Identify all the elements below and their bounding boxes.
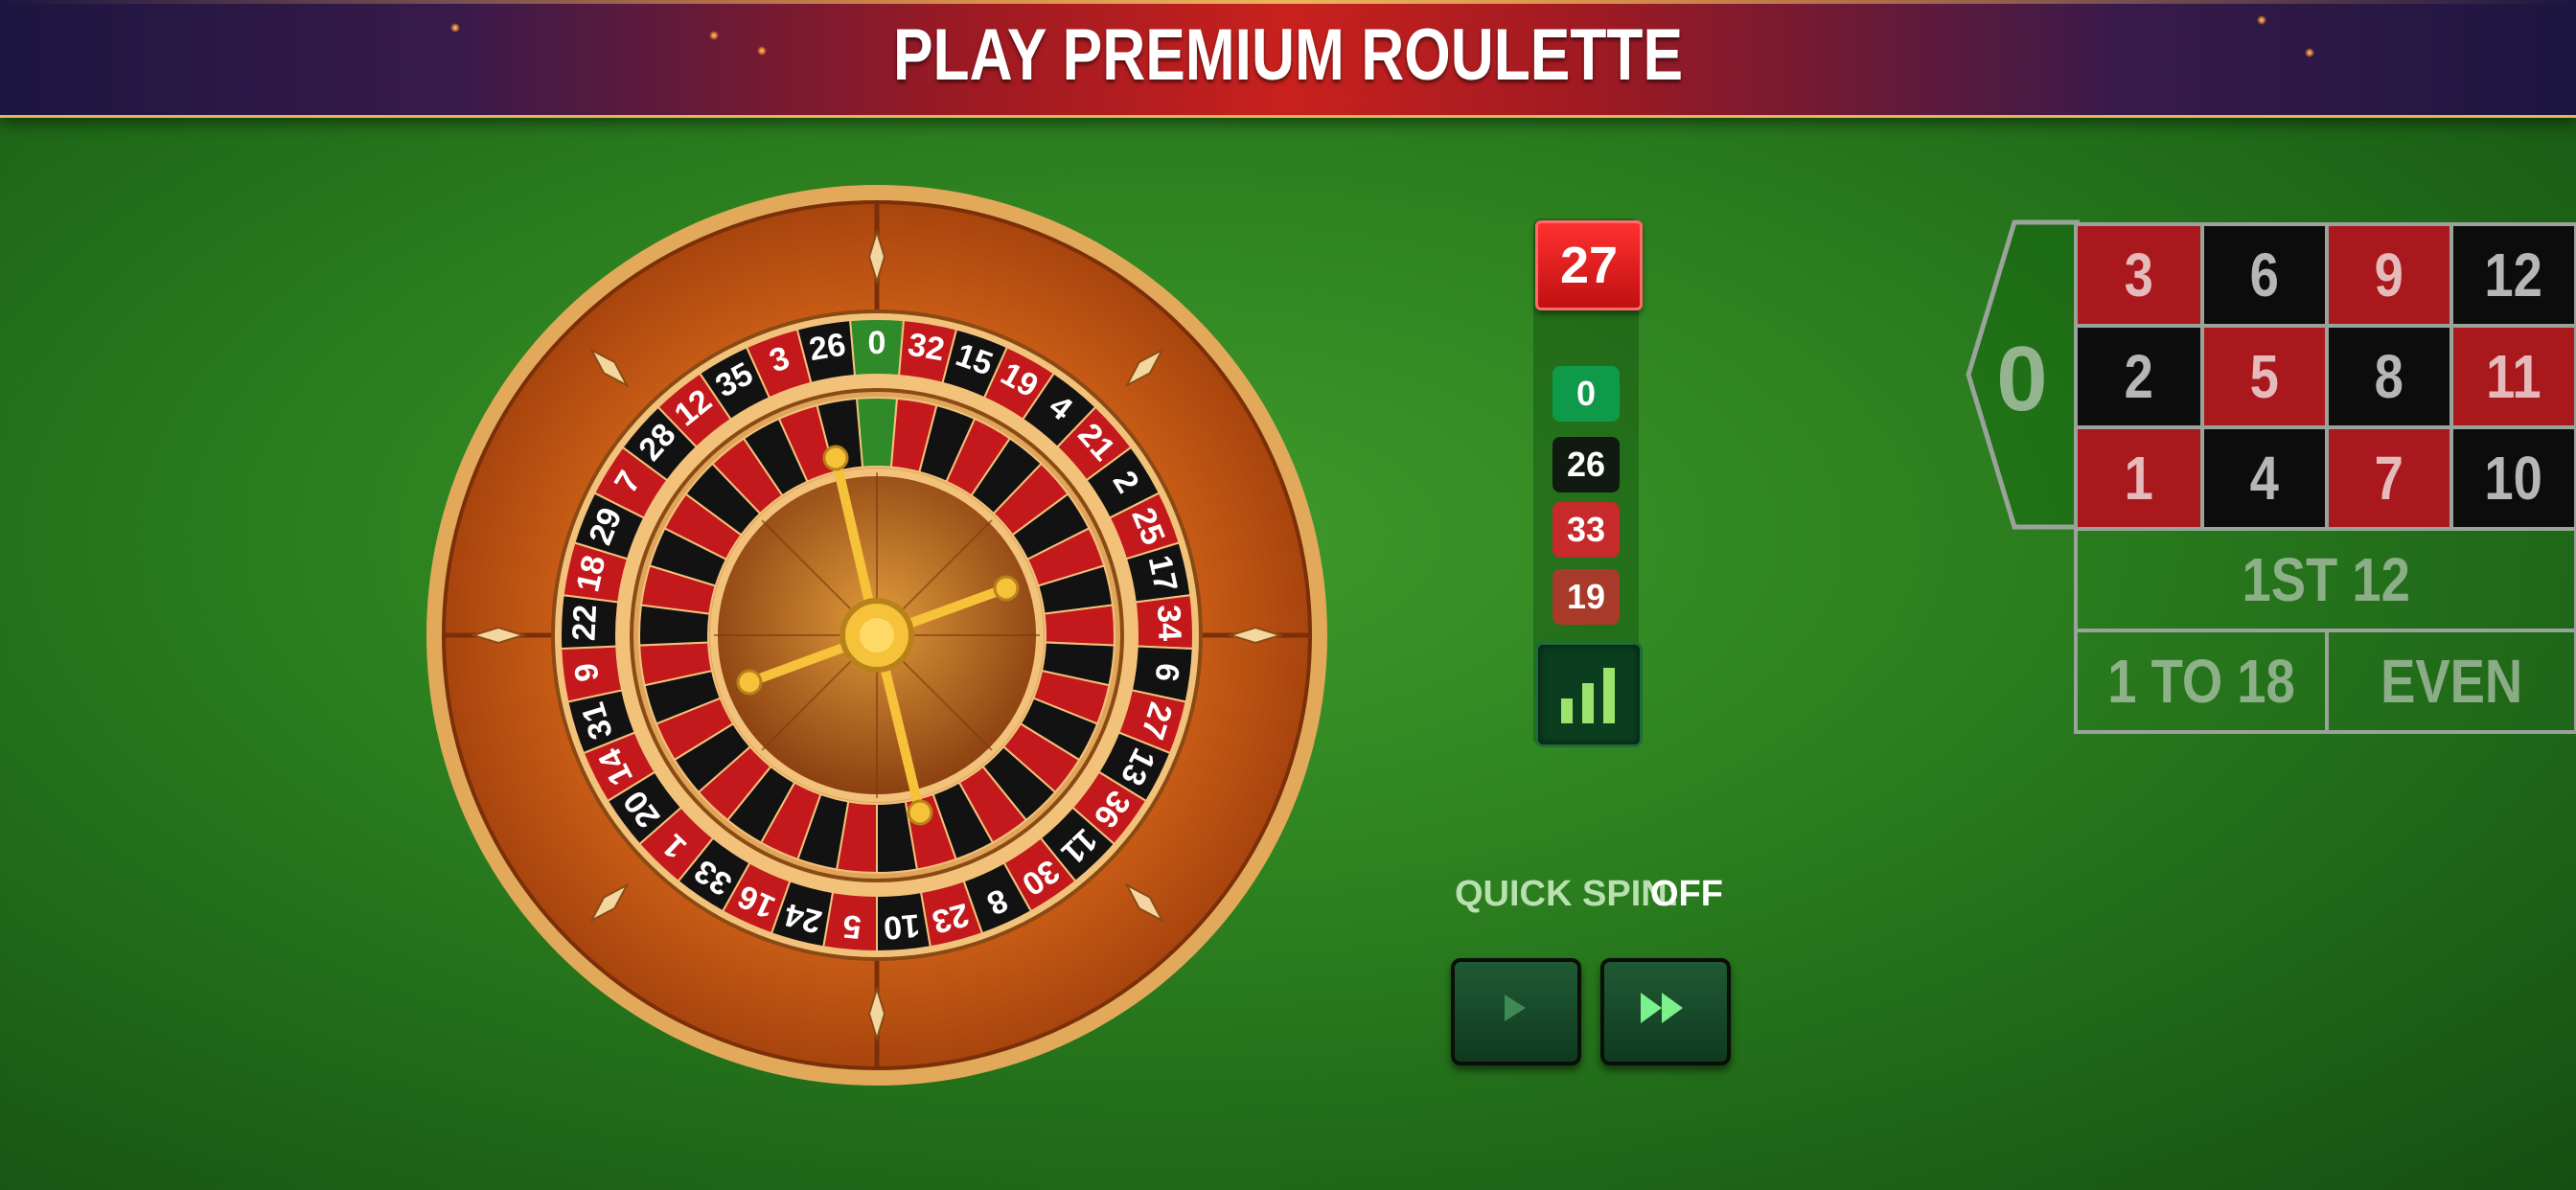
number-cell[interactable]: 2 <box>2074 324 2204 429</box>
wheel-number: 5 <box>841 907 862 945</box>
fast-spin-button[interactable] <box>1600 958 1731 1065</box>
bar-chart-icon <box>1561 668 1615 723</box>
quick-spin-toggle[interactable]: OFF <box>1650 874 1723 915</box>
number-cell[interactable]: 4 <box>2200 425 2329 531</box>
wheel-number: 10 <box>882 906 921 946</box>
number-cell[interactable]: 9 <box>2325 222 2453 328</box>
wheel-number: 17 <box>1141 552 1184 595</box>
spin-button[interactable] <box>1451 958 1581 1065</box>
number-cell[interactable]: 1 <box>2074 425 2204 531</box>
history-item: 33 <box>1552 502 1620 558</box>
fast-forward-icon <box>1641 993 1683 1023</box>
last-result-badge: 27 <box>1535 220 1643 310</box>
statistics-button[interactable] <box>1535 642 1643 747</box>
wheel-number: 32 <box>906 326 948 368</box>
number-cell[interactable]: 6 <box>2200 222 2329 328</box>
number-cell[interactable]: 11 <box>2450 324 2576 429</box>
quick-spin-label: QUICK SPIN: <box>1455 874 1680 914</box>
history-item: 26 <box>1552 437 1620 492</box>
zero-label: 0 <box>1996 328 2048 430</box>
number-cell[interactable]: 8 <box>2325 324 2453 429</box>
betting-table: 0 3 6 9 12 2 5 8 11 1 4 7 10 1ST 12 1 TO… <box>1965 218 2576 736</box>
number-cell[interactable]: 3 <box>2074 222 2204 328</box>
low-bet-cell[interactable]: 1 TO 18 <box>2074 629 2329 734</box>
wheel-number: 26 <box>807 326 849 368</box>
dozen-bet-cell[interactable]: 1ST 12 <box>2074 527 2576 632</box>
number-cell[interactable]: 12 <box>2450 222 2576 328</box>
history-item: 19 <box>1552 569 1620 625</box>
page-title: PLAY PREMIUM ROULETTE <box>892 14 1684 96</box>
wheel-number: 22 <box>565 604 604 641</box>
wheel-number: 0 <box>868 325 886 361</box>
title-banner: PLAY PREMIUM ROULETTE <box>0 0 2576 118</box>
play-icon <box>1505 995 1526 1021</box>
number-cell[interactable]: 10 <box>2450 425 2576 531</box>
ball-pocket <box>855 396 899 469</box>
number-cell[interactable]: 5 <box>2200 324 2329 429</box>
even-bet-cell[interactable]: EVEN <box>2325 629 2576 734</box>
wheel-number: 34 <box>1150 604 1188 641</box>
number-cell[interactable]: 7 <box>2325 425 2453 531</box>
history-item: 0 <box>1552 366 1620 422</box>
roulette-wheel[interactable]: 0 32 1519421225173462713361130823105241633… <box>422 180 1332 1090</box>
wheel-number: 18 <box>569 552 612 595</box>
